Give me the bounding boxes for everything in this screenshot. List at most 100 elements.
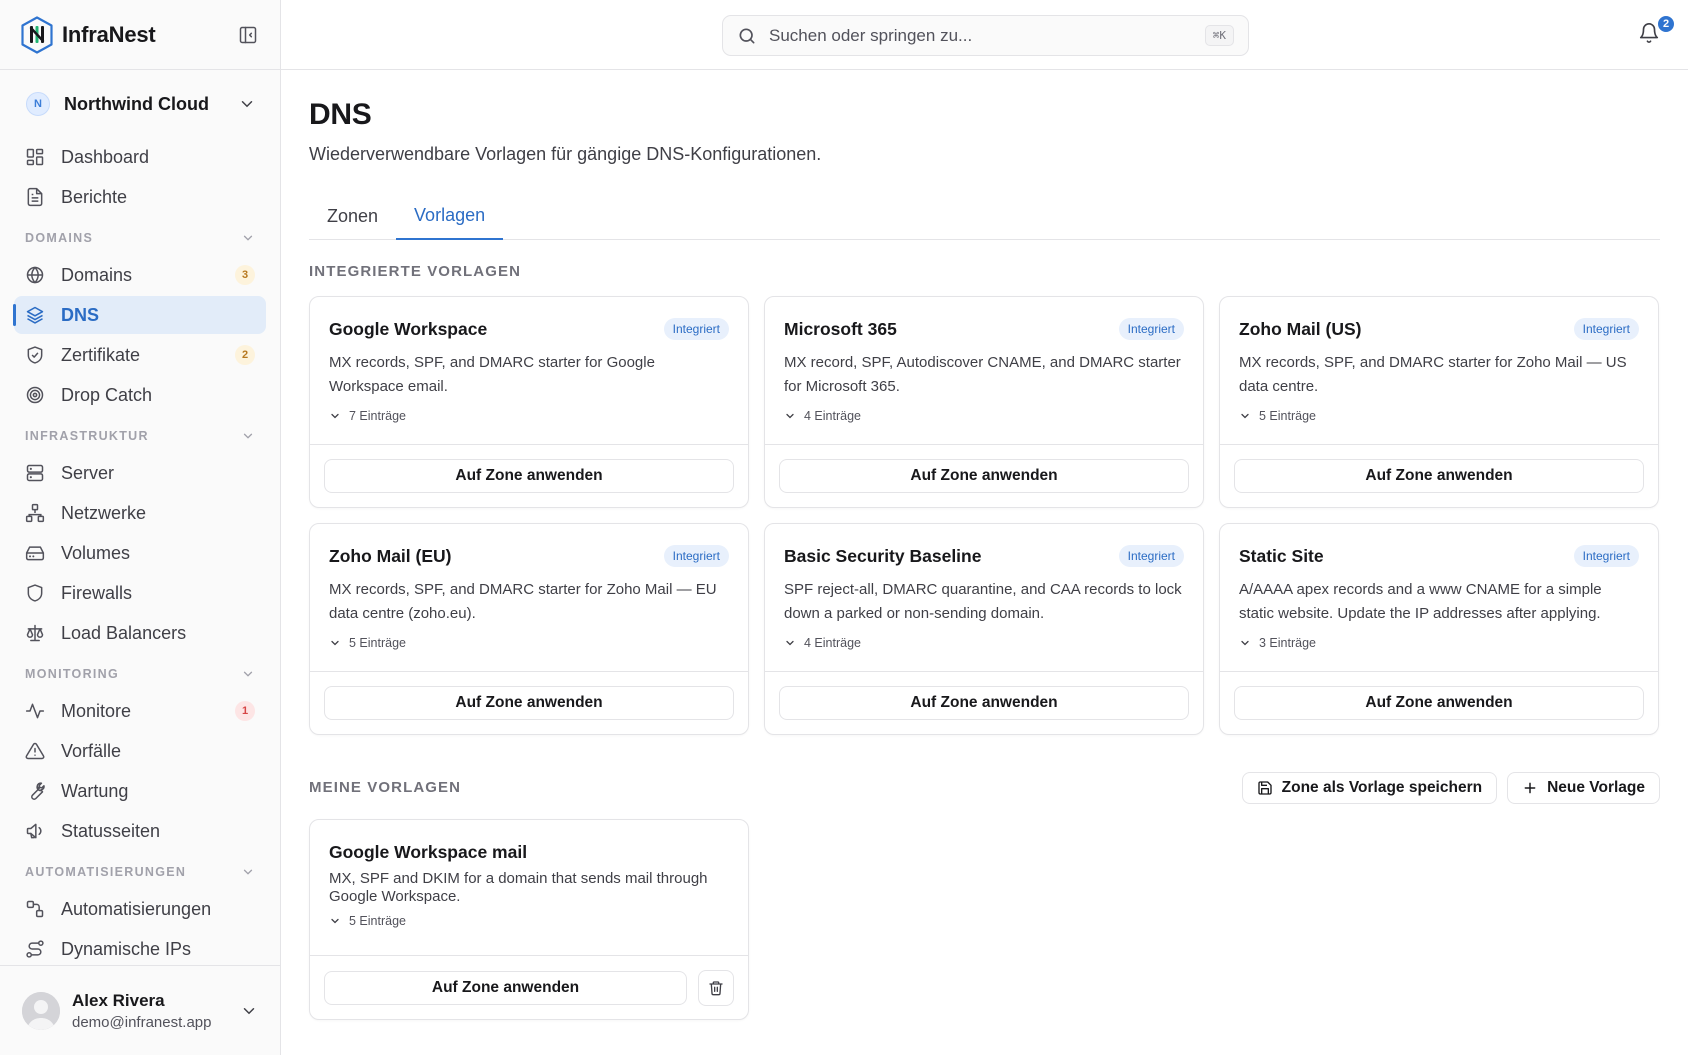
- chevron-down-icon: [331, 640, 339, 646]
- globe-icon: [25, 265, 45, 285]
- sidebar-item-dashboard[interactable]: Dashboard: [14, 138, 266, 176]
- sidebar-item-label: Statusseiten: [61, 820, 161, 841]
- notifications-button[interactable]: 2: [1638, 14, 1676, 48]
- save-icon: [1257, 781, 1272, 795]
- network-icon: [25, 503, 45, 523]
- tab-vorlagen[interactable]: Vorlagen: [396, 192, 504, 240]
- sidebar-item-vorfaelle[interactable]: Vorfälle: [14, 732, 266, 770]
- activity-icon: [25, 701, 45, 721]
- apply-to-zone-button[interactable]: Auf Zone anwenden: [779, 686, 1189, 720]
- chevron-down-icon: [1241, 413, 1249, 419]
- shield-icon: [25, 583, 45, 603]
- tab-zonen[interactable]: Zonen: [309, 192, 396, 240]
- section-infrastruktur[interactable]: INFRASTRUKTUR: [14, 418, 266, 454]
- sidebar-item-volumes[interactable]: Volumes: [14, 534, 266, 572]
- sidebar-item-domains[interactable]: Domains 3: [14, 256, 266, 294]
- apply-to-zone-button[interactable]: Auf Zone anwenden: [324, 686, 734, 720]
- sidebar-item-netzwerke[interactable]: Netzwerke: [14, 494, 266, 532]
- sidebar: InfraNest N Northwind Cloud Dashboard Be…: [0, 0, 281, 1055]
- apply-to-zone-button[interactable]: Auf Zone anwenden: [1234, 459, 1644, 493]
- sidebar-item-load-balancers[interactable]: Load Balancers: [14, 614, 266, 652]
- section-domains[interactable]: DOMAINS: [14, 220, 266, 256]
- builtin-badge: Integriert: [1118, 545, 1184, 567]
- template-card: Zoho Mail (US) Integriert MX records, SP…: [1219, 296, 1659, 508]
- new-template-button[interactable]: Neue Vorlage: [1507, 772, 1660, 804]
- section-title: MONITORING: [25, 667, 120, 681]
- search-input[interactable]: Suchen oder springen zu... ⌘K: [722, 15, 1249, 56]
- entries-toggle[interactable]: 5 Einträge: [1239, 409, 1316, 423]
- template-title: Zoho Mail (EU): [329, 545, 452, 566]
- main-content: DNS Wiederverwendbare Vorlagen für gängi…: [281, 70, 1688, 1055]
- infranest-logo-icon[interactable]: [20, 15, 54, 54]
- sidebar-item-label: Vorfälle: [61, 740, 122, 761]
- builtin-badge: Integriert: [1573, 545, 1639, 567]
- chevron-down-icon: [1241, 640, 1249, 646]
- sidebar-item-firewalls[interactable]: Firewalls: [14, 574, 266, 612]
- sidebar-item-label: Automatisierungen: [61, 898, 212, 919]
- sidebar-item-label: Netzwerke: [61, 502, 147, 523]
- target-icon: [25, 385, 45, 405]
- entries-toggle[interactable]: 5 Einträge: [329, 636, 406, 650]
- entries-count: 5 Einträge: [349, 914, 406, 928]
- save-zone-as-template-button[interactable]: Zone als Vorlage speichern: [1241, 772, 1498, 804]
- brand-name: InfraNest: [62, 21, 156, 47]
- document-icon: [25, 187, 45, 207]
- my-templates-section-label: MEINE VORLAGEN: [309, 779, 462, 796]
- template-description: A/AAAA apex records and a www CNAME for …: [1239, 581, 1602, 622]
- sidebar-item-label: Firewalls: [61, 582, 133, 603]
- sidebar-item-berichte[interactable]: Berichte: [14, 178, 266, 216]
- sidebar-item-dynamische-ips[interactable]: Dynamische IPs: [14, 930, 266, 968]
- sidebar-item-label: Wartung: [61, 780, 129, 801]
- builtin-badge: Integriert: [663, 318, 729, 340]
- sidebar-item-label: Monitore: [61, 700, 132, 721]
- user-menu[interactable]: Alex Rivera demo@infranest.app: [0, 965, 280, 1055]
- template-card: Zoho Mail (EU) Integriert MX records, SP…: [309, 523, 749, 735]
- sidebar-item-label: DNS: [61, 304, 100, 325]
- sidebar-item-label: Drop Catch: [61, 384, 153, 405]
- builtin-template-grid: Google Workspace Integriert MX records, …: [309, 296, 1661, 735]
- apply-to-zone-button[interactable]: Auf Zone anwenden: [324, 459, 734, 493]
- section-automatisierungen[interactable]: AUTOMATISIERUNGEN: [14, 854, 266, 890]
- sidebar-item-label: Dashboard: [61, 146, 150, 167]
- entries-toggle[interactable]: 4 Einträge: [784, 409, 861, 423]
- megaphone-icon: [25, 821, 45, 841]
- sidebar-item-monitore[interactable]: Monitore 1: [14, 692, 266, 730]
- sidebar-item-zertifikate[interactable]: Zertifikate 2: [14, 336, 266, 374]
- entries-toggle[interactable]: 5 Einträge: [329, 914, 406, 928]
- alert-triangle-icon: [25, 741, 45, 761]
- apply-to-zone-button[interactable]: Auf Zone anwenden: [779, 459, 1189, 493]
- template-card: Static Site Integriert A/AAAA apex recor…: [1219, 523, 1659, 735]
- chevron-down-icon: [243, 235, 253, 241]
- builtin-section-label: INTEGRIERTE VORLAGEN: [309, 263, 522, 280]
- template-description: MX records, SPF, and DMARC starter for Z…: [329, 581, 717, 622]
- sidebar-item-automatisierungen[interactable]: Automatisierungen: [14, 890, 266, 928]
- sidebar-item-label: Volumes: [61, 542, 131, 563]
- org-switcher[interactable]: N Northwind Cloud: [0, 70, 280, 138]
- delete-template-button[interactable]: [698, 970, 734, 1006]
- sidebar-item-statusseiten[interactable]: Statusseiten: [14, 812, 266, 850]
- sidebar-item-wartung[interactable]: Wartung: [14, 772, 266, 810]
- avatar: [22, 991, 60, 1030]
- entries-toggle[interactable]: 7 Einträge: [329, 409, 406, 423]
- template-card: Basic Security Baseline Integriert SPF r…: [764, 523, 1204, 735]
- entries-toggle[interactable]: 4 Einträge: [784, 636, 861, 650]
- route-icon: [25, 939, 45, 959]
- sidebar-item-drop-catch[interactable]: Drop Catch: [14, 376, 266, 414]
- entries-count: 4 Einträge: [804, 636, 861, 650]
- apply-to-zone-button[interactable]: Auf Zone anwenden: [324, 971, 687, 1005]
- button-label: Neue Vorlage: [1547, 779, 1645, 796]
- sidebar-item-dns[interactable]: DNS: [13, 296, 266, 334]
- sidebar-item-label: Zertifikate: [61, 344, 141, 365]
- sidebar-item-label: Server: [61, 462, 115, 483]
- sidebar-item-label: Domains: [61, 264, 133, 285]
- sidebar-item-server[interactable]: Server: [14, 454, 266, 492]
- entries-toggle[interactable]: 3 Einträge: [1239, 636, 1316, 650]
- sidebar-collapse-button[interactable]: [236, 23, 260, 47]
- sidebar-item-label: Dynamische IPs: [61, 938, 192, 959]
- section-monitoring[interactable]: MONITORING: [14, 656, 266, 692]
- section-title: AUTOMATISIERUNGEN: [25, 865, 187, 879]
- page-title: DNS: [309, 98, 372, 131]
- entries-count: 3 Einträge: [1259, 636, 1316, 650]
- apply-to-zone-button[interactable]: Auf Zone anwenden: [1234, 686, 1644, 720]
- section-title: DOMAINS: [25, 231, 94, 245]
